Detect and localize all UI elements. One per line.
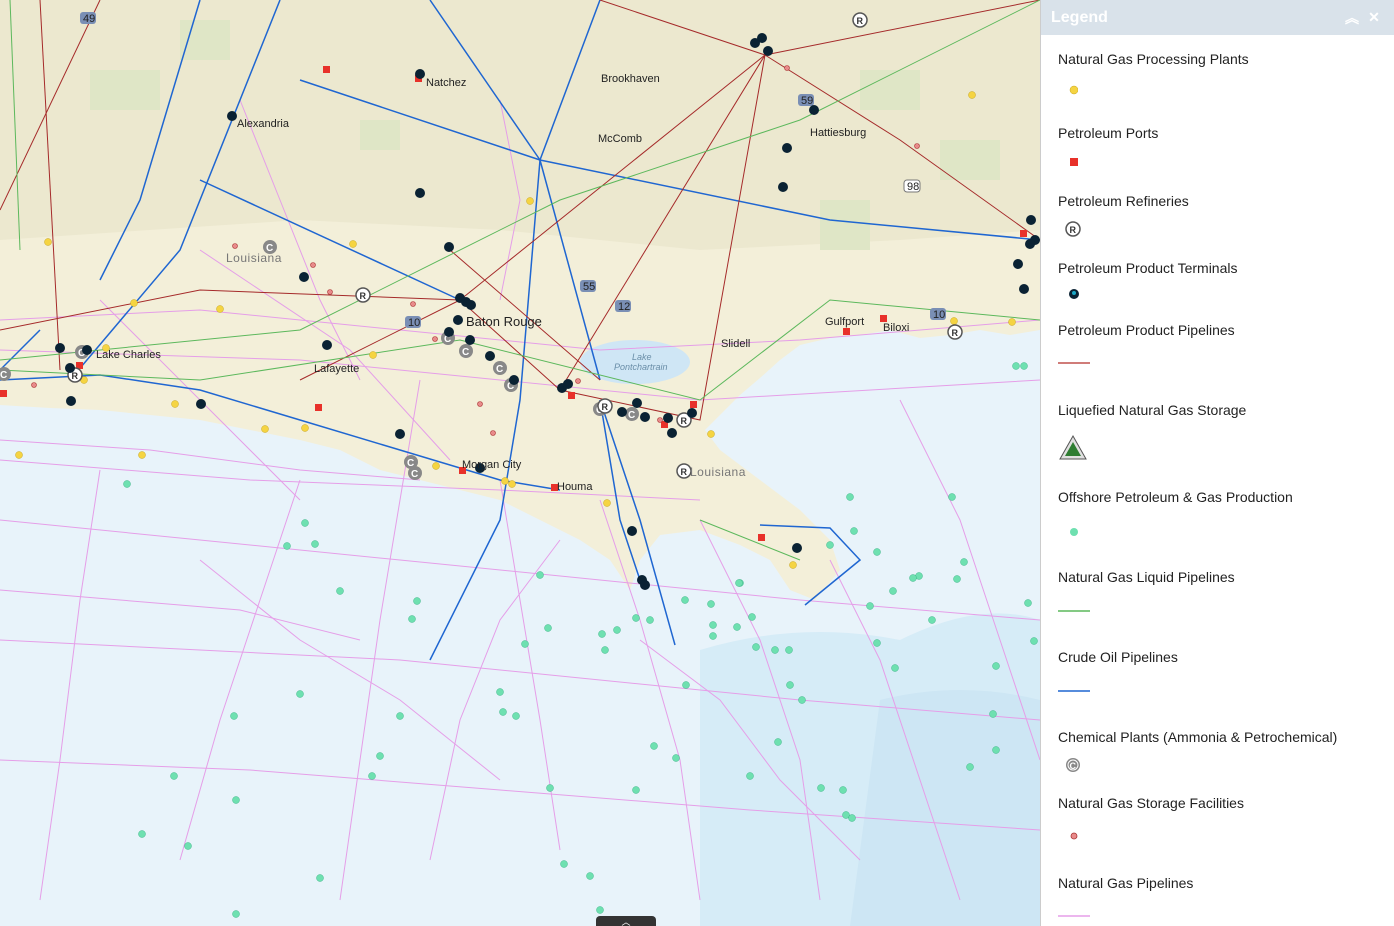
legend-item-crude-pipelines: Crude Oil Pipelines — [1058, 649, 1178, 692]
lng-triangle-icon — [1059, 434, 1087, 460]
forest-patch — [940, 140, 1000, 180]
blue-line-icon — [1058, 690, 1090, 692]
legend-item-gas-storage: Natural Gas Storage Facilities — [1058, 795, 1244, 840]
svg-text:R: R — [72, 371, 79, 381]
city-label: Lafayette — [314, 363, 359, 375]
legend-item-chemical-plants: Chemical Plants (Ammonia & Petrochemical… — [1058, 729, 1337, 772]
svg-text:R: R — [952, 328, 959, 338]
green-line-icon — [1058, 610, 1090, 612]
map-canvas: Lake Pontchartrain 49 55 12 10 10 98 59 … — [0, 0, 1040, 926]
forest-patch — [860, 70, 920, 110]
city-label: Lake Charles — [96, 349, 161, 361]
svg-text:10: 10 — [933, 309, 945, 321]
svg-text:C: C — [411, 469, 418, 480]
svg-text:98: 98 — [907, 181, 919, 193]
violet-line-icon — [1058, 915, 1090, 917]
city-label: Slidell — [721, 338, 750, 350]
city-label: Baton Rouge — [466, 314, 542, 329]
svg-text:49: 49 — [83, 13, 95, 25]
attribute-table-toggle[interactable]: ︿ — [596, 916, 656, 926]
city-label: Hattiesburg — [810, 127, 866, 139]
map-view[interactable]: Lake Pontchartrain 49 55 12 10 10 98 59 … — [0, 0, 1040, 926]
svg-text:59: 59 — [801, 95, 813, 107]
legend-title: Legend — [1051, 8, 1108, 26]
legend-item-product-pipelines: Petroleum Product Pipelines — [1058, 322, 1235, 364]
terminal-drop-icon — [1069, 289, 1079, 299]
forest-patch — [90, 70, 160, 110]
yellow-dot-icon — [1069, 85, 1078, 95]
svg-text:10: 10 — [408, 317, 420, 329]
city-label: Morgan City — [462, 459, 522, 471]
svg-text:R: R — [602, 402, 609, 412]
chevron-double-up-icon[interactable]: ︽ — [1341, 8, 1363, 28]
city-label: Biloxi — [883, 322, 909, 334]
legend-header: Legend ︽ ✕ — [1041, 0, 1394, 35]
legend-panel: Legend ︽ ✕ Natural Gas Processing Plants… — [1040, 0, 1394, 926]
svg-text:C: C — [628, 410, 635, 421]
svg-text:R: R — [1070, 225, 1077, 235]
svg-text:R: R — [681, 416, 688, 426]
legend-item-gas-processing: Natural Gas Processing Plants — [1058, 51, 1249, 95]
forest-patch — [360, 120, 400, 150]
svg-text:R: R — [360, 291, 367, 301]
svg-text:C: C — [462, 347, 469, 358]
state-label: Louisiana — [690, 465, 746, 479]
city-label: Brookhaven — [601, 73, 660, 85]
svg-text:C: C — [0, 370, 7, 381]
legend-item-ngl-pipelines: Natural Gas Liquid Pipelines — [1058, 569, 1235, 612]
svg-text:12: 12 — [618, 301, 630, 313]
svg-text:R: R — [857, 16, 864, 26]
dark-red-line-icon — [1058, 362, 1090, 364]
svg-text:C: C — [496, 364, 503, 375]
city-label: Natchez — [426, 77, 466, 89]
lake-label-1: Lake — [632, 352, 652, 362]
svg-text:55: 55 — [583, 281, 595, 293]
legend-item-lng-storage: Liquefied Natural Gas Storage — [1058, 402, 1246, 460]
legend-item-gas-pipelines: Natural Gas Pipelines — [1058, 875, 1193, 917]
mint-dot-icon — [1070, 528, 1078, 536]
svg-text:R: R — [681, 467, 688, 477]
lake-label-2: Pontchartrain — [614, 362, 668, 372]
land-north — [0, 0, 1040, 250]
city-label: Houma — [557, 481, 593, 493]
svg-text:C: C — [1070, 761, 1077, 771]
city-label: Gulfport — [825, 316, 864, 328]
city-label: Alexandria — [237, 118, 290, 130]
refinery-r-icon: R — [1065, 221, 1081, 237]
chemical-c-icon: C — [1066, 758, 1080, 772]
city-label: McComb — [598, 133, 642, 145]
legend-item-refineries: Petroleum Refineries R — [1058, 193, 1189, 237]
legend-item-terminals: Petroleum Product Terminals — [1058, 260, 1237, 299]
forest-patch — [820, 200, 870, 250]
legend-item-offshore: Offshore Petroleum & Gas Production — [1058, 489, 1293, 536]
pink-dot-icon — [1070, 832, 1078, 840]
legend-item-petroleum-ports: Petroleum Ports — [1058, 125, 1158, 166]
state-label: Louisiana — [226, 251, 282, 265]
deep-water — [850, 690, 1040, 926]
red-square-icon — [1070, 158, 1078, 166]
close-icon[interactable]: ✕ — [1363, 9, 1385, 26]
